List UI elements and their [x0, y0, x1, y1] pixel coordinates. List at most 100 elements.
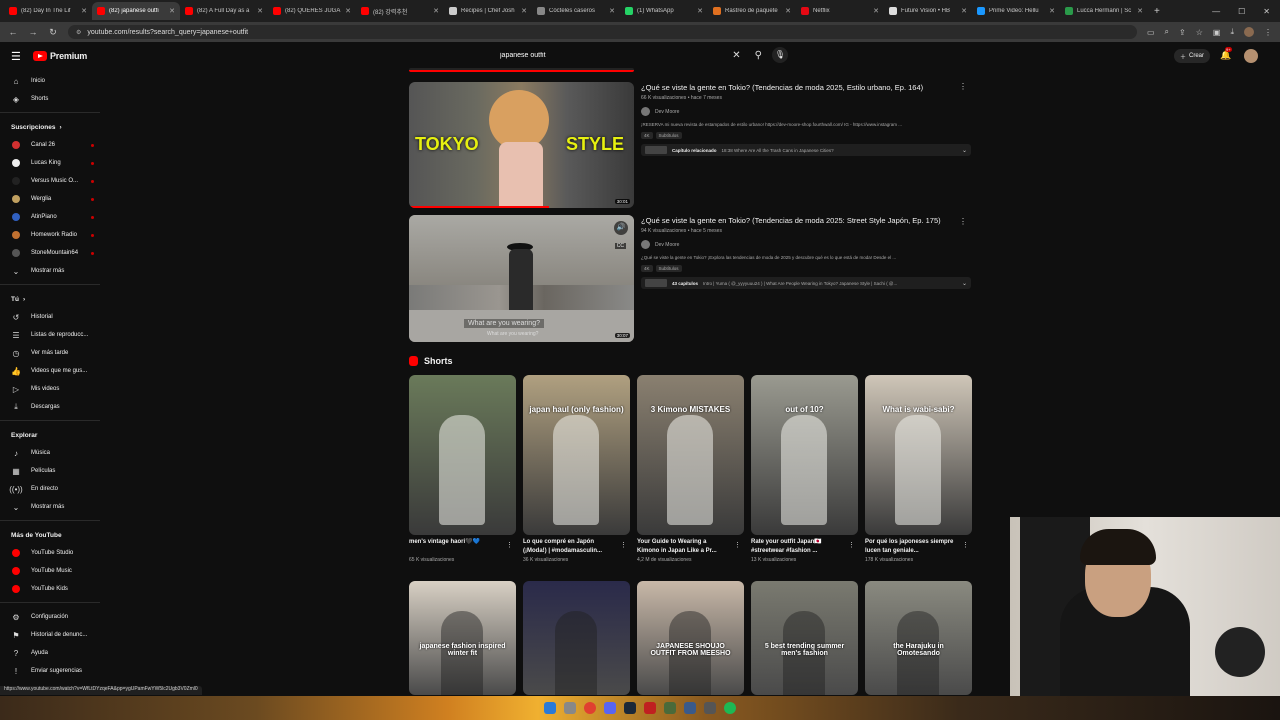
tab-close-icon[interactable]: ✕: [697, 7, 703, 15]
back-icon[interactable]: ←: [8, 27, 18, 37]
new-tab-icon[interactable]: +: [1154, 6, 1160, 17]
tab-close-icon[interactable]: ✕: [785, 7, 791, 15]
sidebar-item[interactable]: ((•)) En directo: [0, 480, 104, 498]
sidebar-item[interactable]: ? Ayuda: [0, 644, 104, 662]
short-title[interactable]: Lo que compré en Japón (¡Moda!) | #modam…: [523, 538, 615, 556]
sidebar-item[interactable]: AtinPiano: [0, 208, 104, 226]
notifications-icon[interactable]: 🔔 9+: [1220, 47, 1232, 61]
tab-close-icon[interactable]: ✕: [257, 7, 263, 15]
more-actions-icon[interactable]: ⋮: [620, 541, 627, 549]
sidebar-item[interactable]: ⚑ Historial de denunc...: [0, 626, 104, 644]
video-result[interactable]: TOKYO STYLE 30:01 ¿Qué se viste la gente…: [409, 68, 974, 208]
profile-avatar[interactable]: [1244, 27, 1254, 37]
short-thumbnail[interactable]: japan haul (only fashion): [523, 375, 630, 535]
address-bar[interactable]: ⚙ youtube.com/results?search_query=japan…: [68, 25, 1137, 39]
app-icon[interactable]: [664, 702, 676, 714]
more-actions-icon[interactable]: ⋮: [962, 541, 969, 549]
show-more-subscriptions[interactable]: ⌄ Mostrar más: [0, 262, 104, 280]
tab-close-icon[interactable]: ✕: [169, 7, 175, 15]
browser-tab[interactable]: Netflix ✕: [796, 2, 884, 20]
short-card[interactable]: out of 10? Rate your outfit Japan🇯🇵 #stre…: [751, 375, 858, 563]
sidebar-item[interactable]: ⚙ Configuración: [0, 608, 104, 626]
more-actions-icon[interactable]: ⋮: [848, 541, 855, 549]
tab-close-icon[interactable]: ✕: [1137, 7, 1143, 15]
sidebar-item[interactable]: Versus Music O...: [0, 172, 104, 190]
short-title[interactable]: Por qué los japoneses siempre lucen tan …: [865, 538, 957, 556]
forward-icon[interactable]: →: [28, 27, 38, 37]
short-title[interactable]: men's vintage haori🖤💙: [409, 538, 501, 556]
spotify-icon[interactable]: [724, 702, 736, 714]
share-icon[interactable]: ⇪: [1179, 28, 1186, 37]
sidebar-item[interactable]: ▷ Mis videos: [0, 380, 104, 398]
short-card[interactable]: the Harajuku in Omotesando: [865, 581, 972, 695]
channel-name[interactable]: Dev Moore: [655, 109, 679, 115]
sidebar-item[interactable]: 👍 Videos que me gus...: [0, 362, 104, 380]
browser-menu-icon[interactable]: ⋮: [1264, 28, 1272, 37]
sidebar-item[interactable]: ⌂ Inicio: [0, 72, 104, 90]
tab-close-icon[interactable]: ✕: [873, 7, 879, 15]
sidebar-item[interactable]: YouTube Studio: [0, 544, 104, 562]
short-card[interactable]: JAPANESE SHOUJO OUTFIT FROM MEESHO: [637, 581, 744, 695]
short-title[interactable]: Your Guide to Wearing a Kimono in Japan …: [637, 538, 729, 556]
captions-icon[interactable]: CC: [614, 243, 626, 249]
reload-icon[interactable]: ↻: [48, 27, 58, 38]
search-input[interactable]: [492, 51, 733, 59]
site-info-icon[interactable]: ⚙: [76, 29, 81, 36]
sidebar-item[interactable]: ↺ Historial: [0, 308, 104, 326]
sidebar-section-title[interactable]: Suscripciones ›: [0, 118, 104, 136]
create-button[interactable]: ＋ Crear: [1174, 49, 1211, 63]
tab-close-icon[interactable]: ✕: [345, 7, 351, 15]
video-thumbnail[interactable]: TOKYO STYLE 30:01: [409, 82, 634, 208]
sidebar-item[interactable]: ◷ Ver más tarde: [0, 344, 104, 362]
zoom-icon[interactable]: ⌕: [1165, 27, 1169, 37]
sidebar-item[interactable]: ⤓ Descargas: [0, 398, 104, 416]
sidebar-item[interactable]: Canal 26: [0, 136, 104, 154]
clear-search-icon[interactable]: ✕: [732, 50, 740, 61]
more-actions-icon[interactable]: ⋮: [506, 541, 513, 549]
browser-tab[interactable]: (1) WhatsApp ✕: [620, 2, 708, 20]
sidebar-item[interactable]: Werglia: [0, 190, 104, 208]
sidebar-item[interactable]: YouTube Kids: [0, 580, 104, 598]
extensions-icon[interactable]: ▣: [1213, 28, 1221, 37]
steam-icon[interactable]: [624, 702, 636, 714]
short-card[interactable]: japanese fashion inspired winter fit: [409, 581, 516, 695]
browser-tab[interactable]: (82) japanese outfi ✕: [92, 2, 180, 20]
windows-start-icon[interactable]: [544, 702, 556, 714]
browser-tab[interactable]: Lucca Hermann | Sc ✕: [1060, 2, 1148, 20]
short-thumbnail[interactable]: 5 best trending summer men's fashion: [751, 581, 858, 695]
short-card[interactable]: 5 best trending summer men's fashion: [751, 581, 858, 695]
short-thumbnail[interactable]: the Harajuku in Omotesando: [865, 581, 972, 695]
browser-tab[interactable]: Prime Video: Hellu ✕: [972, 2, 1060, 20]
tab-close-icon[interactable]: ✕: [1049, 7, 1055, 15]
channel-row[interactable]: Dev Moore: [641, 240, 971, 249]
maximize-icon[interactable]: ☐: [1238, 7, 1245, 16]
chevron-down-icon[interactable]: ⌄: [962, 280, 967, 287]
sidebar-item[interactable]: ♪ Música: [0, 444, 104, 462]
youtube-logo[interactable]: Premium: [33, 51, 87, 61]
minimize-icon[interactable]: —: [1212, 7, 1220, 16]
file-explorer-icon[interactable]: [564, 702, 576, 714]
app-icon[interactable]: [704, 702, 716, 714]
short-card[interactable]: What is wabi-sabi? Por qué los japoneses …: [865, 375, 972, 563]
browser-tab[interactable]: Future Vision • HB ✕: [884, 2, 972, 20]
video-thumbnail[interactable]: What are you wearing? What are you weari…: [409, 215, 634, 342]
video-title[interactable]: ¿Qué se viste la gente en Tokio? (Tenden…: [641, 215, 971, 226]
tab-close-icon[interactable]: ✕: [81, 7, 87, 15]
channel-row[interactable]: Dev Moore: [641, 107, 971, 116]
short-card[interactable]: men's vintage haori🖤💙 65 K visualizacione…: [409, 375, 516, 563]
hamburger-menu-icon[interactable]: ☰: [11, 50, 25, 63]
more-actions-icon[interactable]: ⋮: [734, 541, 741, 549]
sidebar-item[interactable]: Lucas King: [0, 154, 104, 172]
channel-avatar[interactable]: [641, 107, 650, 116]
channel-name[interactable]: Dev Moore: [655, 242, 679, 248]
browser-tab[interactable]: (82) QUERÉS JUGA ✕: [268, 2, 356, 20]
sidebar-section-title[interactable]: Explorar: [0, 426, 104, 444]
short-card[interactable]: japan haul (only fashion) Lo que compré e…: [523, 375, 630, 563]
more-actions-icon[interactable]: ⋮: [959, 82, 967, 91]
video-title[interactable]: ¿Qué se viste la gente en Tokio? (Tenden…: [641, 82, 971, 93]
sidebar-item[interactable]: ! Enviar sugerencias: [0, 662, 104, 680]
tab-close-icon[interactable]: ✕: [609, 7, 615, 15]
channel-avatar[interactable]: [641, 240, 650, 249]
chapter-row[interactable]: Capítulo relacionado 18:38 Where Are All…: [641, 144, 971, 156]
mute-icon[interactable]: 🔊: [614, 221, 628, 235]
